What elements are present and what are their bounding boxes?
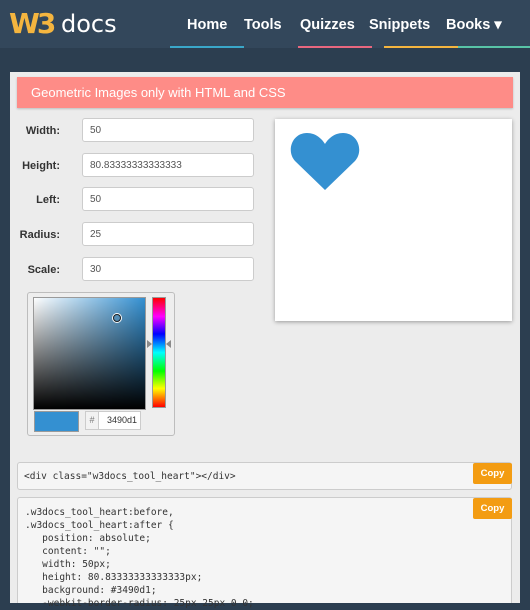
nav-stripe-pink bbox=[298, 46, 372, 48]
copy-html-button[interactable]: Copy bbox=[473, 463, 512, 484]
nav-stripe-green bbox=[458, 46, 530, 48]
scale-label: Scale: bbox=[27, 264, 60, 276]
left-label: Left: bbox=[36, 194, 60, 206]
hue-slider[interactable] bbox=[152, 297, 166, 408]
nav-stripe-blue bbox=[170, 46, 244, 48]
hex-color-value[interactable]: 3490d1 bbox=[100, 412, 140, 429]
radius-input[interactable] bbox=[82, 222, 254, 246]
heart-icon bbox=[290, 133, 360, 190]
css-code-box[interactable]: .w3docs_tool_heart:before, .w3docs_tool_… bbox=[17, 497, 512, 609]
color-picker-handle[interactable] bbox=[113, 314, 121, 322]
width-input[interactable] bbox=[82, 118, 254, 142]
css-code-line: width: 50px; bbox=[25, 559, 111, 570]
html-code-box[interactable]: <div class="w3docs_tool_heart"></div> bbox=[17, 462, 512, 490]
nav-stripe-yellow bbox=[384, 46, 458, 48]
hue-slider-arrow-left-icon[interactable] bbox=[147, 340, 152, 348]
nav-books-dropdown[interactable]: Books ▾ bbox=[446, 16, 502, 34]
scale-input[interactable] bbox=[82, 257, 254, 281]
main-nav: Home Tools Quizzes Snippets Books ▾ bbox=[0, 0, 530, 48]
copy-css-button[interactable]: Copy bbox=[473, 498, 512, 519]
width-label: Width: bbox=[25, 125, 60, 137]
nav-snippets[interactable]: Snippets bbox=[369, 16, 430, 34]
selected-color-swatch bbox=[34, 411, 79, 432]
css-code-line: content: ""; bbox=[25, 546, 111, 557]
tool-title-banner: Geometric Images only with HTML and CSS bbox=[17, 77, 513, 108]
top-navbar: W3 docs Home Tools Quizzes Snippets Book… bbox=[0, 0, 530, 48]
nav-home[interactable]: Home bbox=[187, 16, 227, 34]
heart-shape-preview bbox=[290, 131, 360, 193]
radius-label: Radius: bbox=[19, 229, 60, 241]
height-label: Height: bbox=[22, 160, 60, 172]
css-code-line: background: #3490d1; bbox=[25, 585, 157, 596]
hue-slider-arrow-right-icon[interactable] bbox=[166, 340, 171, 348]
nav-quizzes[interactable]: Quizzes bbox=[300, 16, 355, 34]
html-snippet-text: <div class="w3docs_tool_heart"></div> bbox=[24, 471, 236, 482]
hex-color-field[interactable]: # 3490d1 bbox=[85, 411, 141, 430]
nav-tools[interactable]: Tools bbox=[244, 16, 282, 34]
css-code-line: height: 80.83333333333333px; bbox=[25, 572, 203, 583]
css-code-line: position: absolute; bbox=[25, 533, 151, 544]
css-code-line: .w3docs_tool_heart:before, bbox=[25, 507, 174, 518]
css-code-line: .w3docs_tool_heart:after { bbox=[25, 520, 174, 531]
hex-hash-label: # bbox=[86, 412, 99, 429]
left-input[interactable] bbox=[82, 187, 254, 211]
css-code-line: -webkit-border-radius: 25px 25px 0 0; bbox=[25, 598, 254, 609]
saturation-brightness-area[interactable] bbox=[33, 297, 146, 410]
height-input[interactable] bbox=[82, 153, 254, 177]
